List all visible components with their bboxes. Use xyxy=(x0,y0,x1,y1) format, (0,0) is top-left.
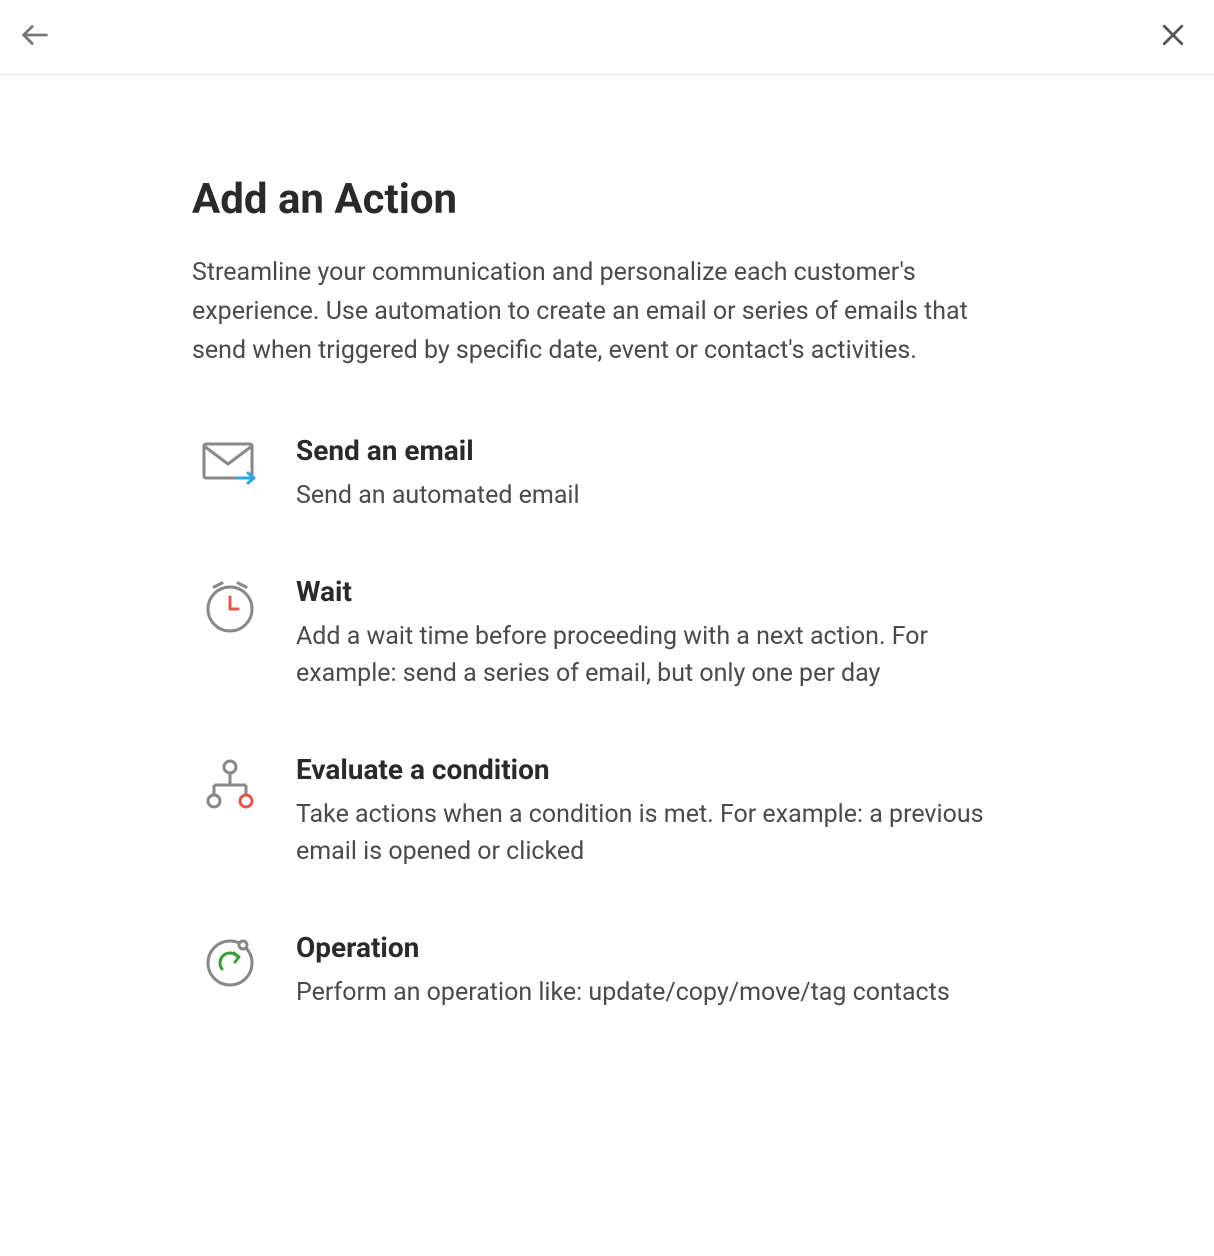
action-list: Send an email Send an automated email Wa… xyxy=(192,434,1022,1011)
action-body: Evaluate a condition Take actions when a… xyxy=(296,753,1022,871)
page-subtitle: Streamline your communication and person… xyxy=(192,254,1022,370)
action-desc: Take actions when a condition is met. Fo… xyxy=(296,796,1022,871)
close-icon xyxy=(1158,20,1188,54)
main-content: Add an Action Streamline your communicat… xyxy=(192,75,1022,1051)
operation-icon xyxy=(202,931,258,991)
action-body: Operation Perform an operation like: upd… xyxy=(296,931,1022,1012)
action-body: Send an email Send an automated email xyxy=(296,434,1022,515)
action-condition[interactable]: Evaluate a condition Take actions when a… xyxy=(192,753,1022,871)
back-button[interactable] xyxy=(18,18,52,56)
action-desc: Perform an operation like: update/copy/m… xyxy=(296,974,1022,1012)
page-title: Add an Action xyxy=(192,175,1022,224)
email-arrow-icon xyxy=(202,434,258,486)
action-wait[interactable]: Wait Add a wait time before proceeding w… xyxy=(192,575,1022,693)
action-desc: Send an automated email xyxy=(296,477,1022,515)
action-title: Evaluate a condition xyxy=(296,753,1022,786)
branch-icon xyxy=(202,753,258,813)
action-title: Send an email xyxy=(296,434,1022,467)
action-desc: Add a wait time before proceeding with a… xyxy=(296,618,1022,693)
action-send-email[interactable]: Send an email Send an automated email xyxy=(192,434,1022,515)
clock-icon xyxy=(202,575,258,635)
arrow-left-icon xyxy=(18,18,52,56)
header-bar xyxy=(0,0,1214,75)
action-body: Wait Add a wait time before proceeding w… xyxy=(296,575,1022,693)
action-operation[interactable]: Operation Perform an operation like: upd… xyxy=(192,931,1022,1012)
close-button[interactable] xyxy=(1158,20,1188,54)
action-title: Operation xyxy=(296,931,1022,964)
action-title: Wait xyxy=(296,575,1022,608)
